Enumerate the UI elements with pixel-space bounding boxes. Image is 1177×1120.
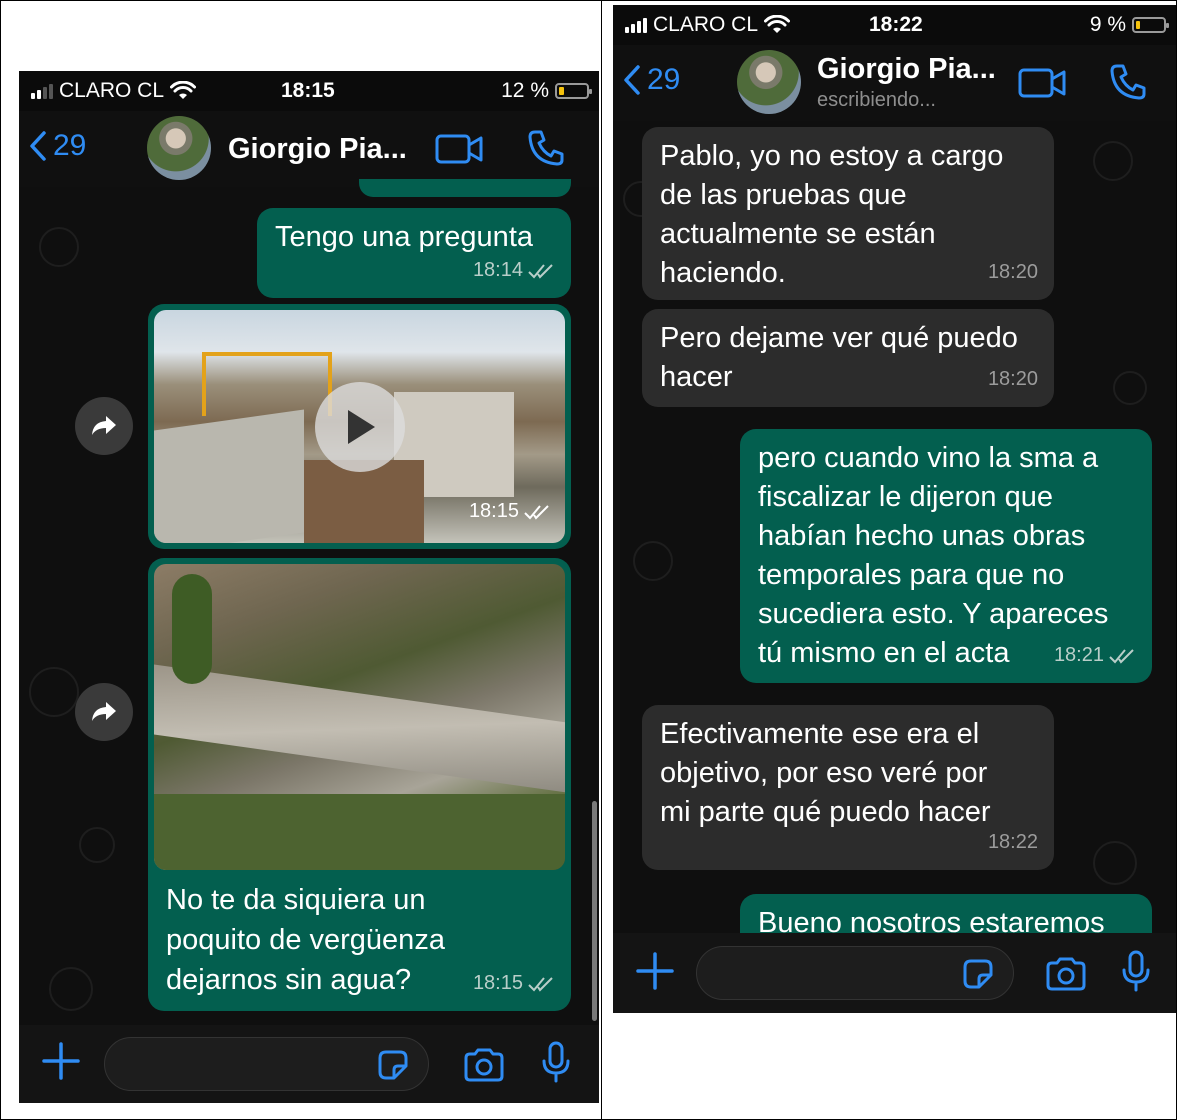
- battery-icon: [555, 83, 592, 99]
- plus-icon: [42, 1042, 80, 1080]
- message-line: hacer: [660, 361, 733, 393]
- phone-icon[interactable]: [1109, 63, 1147, 106]
- sticker-icon: [963, 959, 993, 989]
- previous-message-bubble[interactable]: [359, 179, 571, 197]
- message-time: 18:20: [987, 368, 1038, 390]
- play-button[interactable]: [314, 381, 405, 472]
- message-time: 18:20: [987, 261, 1038, 283]
- back-button[interactable]: 29: [29, 129, 86, 163]
- phone-icon[interactable]: [527, 129, 565, 172]
- battery-percent: 12 %: [501, 79, 549, 102]
- avatar[interactable]: [737, 50, 801, 114]
- chat-header: 29 Giorgio Pia... escribiendo...: [613, 45, 1176, 121]
- message-line: Pablo, yo no estoy a cargo: [660, 140, 1004, 172]
- camera-button[interactable]: [463, 1047, 505, 1088]
- double-check-icon: [528, 976, 553, 992]
- microphone-icon: [542, 1041, 570, 1083]
- message-line: objetivo, por eso veré por: [660, 757, 988, 789]
- message-line: habían hecho unas obras: [758, 520, 1086, 552]
- sticker-button[interactable]: [961, 957, 995, 996]
- message-line: sucediera esto. Y apareces: [758, 598, 1109, 630]
- chevron-left-icon: [624, 65, 640, 95]
- double-check-icon: [528, 263, 553, 279]
- image-caption-line: No te da siquiera un: [166, 884, 426, 916]
- chevron-left-icon: [30, 131, 46, 161]
- message-line: pero cuando vino la sma a: [758, 442, 1099, 474]
- battery-percent: 9 %: [1089, 13, 1126, 36]
- plus-icon: [636, 952, 674, 990]
- microphone-button[interactable]: [1121, 950, 1151, 997]
- message-line: Efectivamente ese era el: [660, 718, 980, 750]
- signal-icon: [31, 83, 53, 99]
- status-time: 18:22: [869, 13, 923, 36]
- video-call-icon[interactable]: [435, 133, 485, 170]
- plus-button[interactable]: [41, 1041, 81, 1086]
- chat-header: 29 Giorgio Pia...: [19, 111, 599, 187]
- contact-name[interactable]: Giorgio Pia...: [817, 53, 996, 86]
- message-bubble-incoming[interactable]: Pero dejame ver qué puedo hacer 18:20: [642, 309, 1054, 407]
- image-message-bubble[interactable]: No te da siquiera un poquito de vergüenz…: [148, 558, 571, 1011]
- right-phone-screen: CLARO CL 18:22 9 % 29 Giorgio Pia... esc…: [613, 5, 1176, 1013]
- typing-indicator: escribiendo...: [817, 89, 936, 111]
- wifi-icon: [170, 81, 197, 99]
- message-line: mi parte qué puedo hacer: [660, 796, 991, 828]
- message-line: fiscalizar le dijeron que: [758, 481, 1053, 513]
- microphone-icon: [1122, 950, 1150, 992]
- message-time: 18:14: [472, 259, 523, 281]
- message-bubble-outgoing[interactable]: pero cuando vino la sma a fiscalizar le …: [740, 429, 1152, 683]
- river-photo[interactable]: [154, 564, 565, 870]
- image-caption-line: poquito de vergüenza: [166, 924, 445, 956]
- message-bubble-incoming[interactable]: Efectivamente ese era el objetivo, por e…: [642, 705, 1054, 870]
- battery-icon: [1132, 17, 1169, 33]
- message-bubble-incoming[interactable]: Pablo, yo no estoy a cargo de las prueba…: [642, 127, 1054, 300]
- status-bar: CLARO CL 18:22 9 %: [613, 5, 1176, 45]
- back-count: 29: [647, 63, 681, 96]
- message-line: actualmente se están: [660, 218, 936, 250]
- sticker-button[interactable]: [376, 1048, 410, 1087]
- scrollbar[interactable]: [592, 801, 597, 1021]
- message-line: haciendo.: [660, 257, 786, 289]
- double-check-icon: [524, 504, 549, 520]
- back-button[interactable]: 29: [623, 63, 680, 97]
- signal-icon: [625, 17, 647, 33]
- camera-icon: [464, 1048, 504, 1082]
- message-time: 18:22: [987, 831, 1038, 853]
- contact-name[interactable]: Giorgio Pia...: [228, 133, 407, 166]
- sticker-icon: [378, 1050, 408, 1080]
- message-bubble-outgoing[interactable]: Tengo una pregunta 18:14: [257, 208, 571, 298]
- camera-button[interactable]: [1045, 956, 1087, 997]
- message-time: 18:15: [472, 972, 523, 994]
- message-time: 18:21: [1053, 644, 1104, 666]
- play-icon: [347, 409, 375, 444]
- back-count: 29: [53, 129, 87, 162]
- video-message-bubble[interactable]: 18:15: [148, 304, 571, 549]
- video-call-icon[interactable]: [1018, 67, 1068, 104]
- status-bar: CLARO CL 18:15 12 %: [19, 71, 599, 111]
- wifi-icon: [764, 15, 791, 33]
- double-check-icon: [1109, 648, 1134, 664]
- microphone-button[interactable]: [541, 1041, 571, 1088]
- forward-button[interactable]: [75, 683, 133, 741]
- video-thumbnail[interactable]: 18:15: [154, 310, 565, 543]
- status-time: 18:15: [281, 79, 335, 102]
- avatar[interactable]: [147, 116, 211, 180]
- input-bar: [613, 933, 1176, 1013]
- forward-icon: [92, 702, 116, 721]
- message-line: temporales para que no: [758, 559, 1065, 591]
- carrier-name: CLARO CL: [59, 79, 165, 102]
- left-phone-screen: CLARO CL 18:15 12 % 29 Giorgio Pia... Te…: [19, 71, 599, 1103]
- forward-icon: [92, 416, 116, 435]
- camera-icon: [1046, 957, 1086, 991]
- forward-button[interactable]: [75, 397, 133, 455]
- message-line: de las pruebas que: [660, 179, 907, 211]
- plus-button[interactable]: [635, 951, 675, 996]
- input-bar: [19, 1025, 599, 1103]
- message-line: Pero dejame ver qué puedo: [660, 322, 1018, 354]
- carrier-name: CLARO CL: [653, 13, 759, 36]
- message-time: 18:15: [468, 500, 519, 522]
